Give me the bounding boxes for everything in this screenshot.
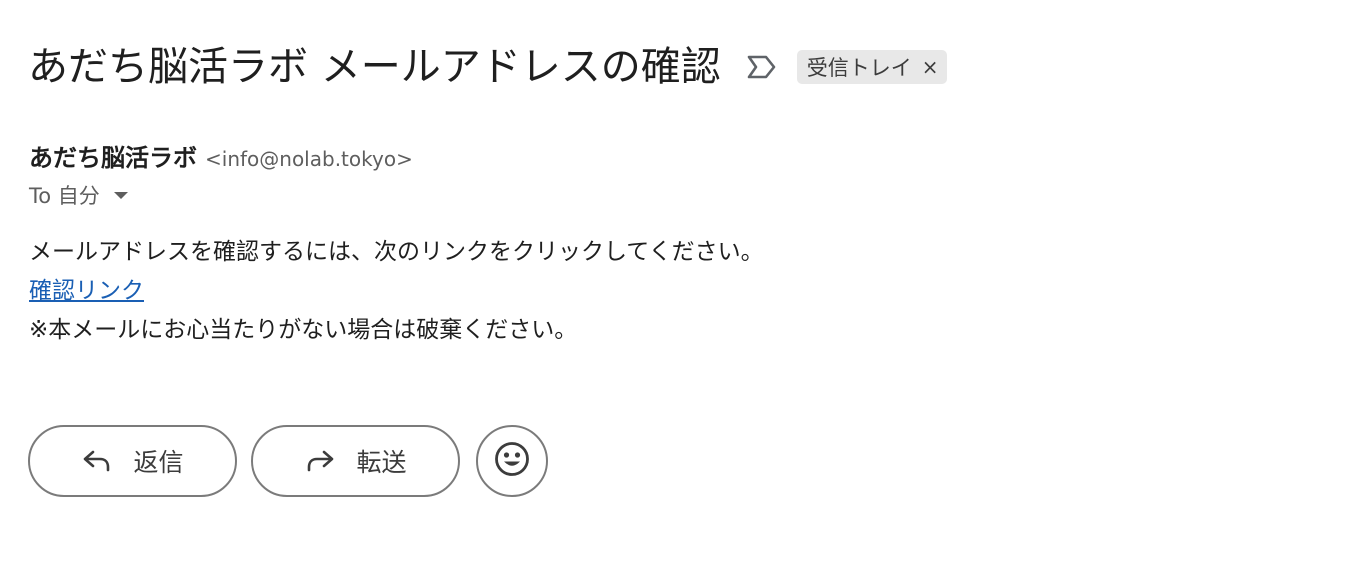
confirmation-link[interactable]: 確認リンク [29,278,144,304]
reply-button[interactable]: 返信 [28,425,237,497]
reply-arrow-icon [81,447,113,475]
forward-label: 転送 [356,448,407,477]
inbox-label-text: 受信トレイ [806,56,912,80]
body-line-3: ※本メールにお心当たりがない場合は破棄ください。 [29,317,578,343]
chevron-down-icon[interactable] [113,191,128,199]
add-reaction-button[interactable] [476,425,548,497]
recipient-line: To 自分 [29,184,100,208]
forward-button[interactable]: 転送 [251,425,460,497]
sender-name[interactable]: あだち脳活ラボ [29,138,197,173]
smiley-face-icon [494,441,530,481]
subject-row: あだち脳活ラボ メールアドレスの確認 受信トレイ × [28,38,948,96]
body-line-1: メールアドレスを確認するには、次のリンクをクリックしてください。 [29,239,764,265]
email-body: メールアドレスを確認するには、次のリンクをクリックしてください。 確認リンク ※… [29,233,764,350]
sender-row: あだち脳活ラボ <info@nolab.tokyo> [29,138,413,173]
reply-label: 返信 [133,448,184,477]
label-important-outline-icon[interactable] [747,54,777,80]
email-subject: あだち脳活ラボ メールアドレスの確認 [28,44,721,90]
inbox-label-chip: 受信トレイ × [796,50,948,84]
remove-label-button[interactable]: × [922,57,939,77]
recipient-details-toggle[interactable]: To 自分 [29,180,128,210]
message-actions: 返信 転送 [28,425,548,497]
sender-email: <info@nolab.tokyo> [205,147,413,171]
forward-arrow-icon [304,447,336,475]
